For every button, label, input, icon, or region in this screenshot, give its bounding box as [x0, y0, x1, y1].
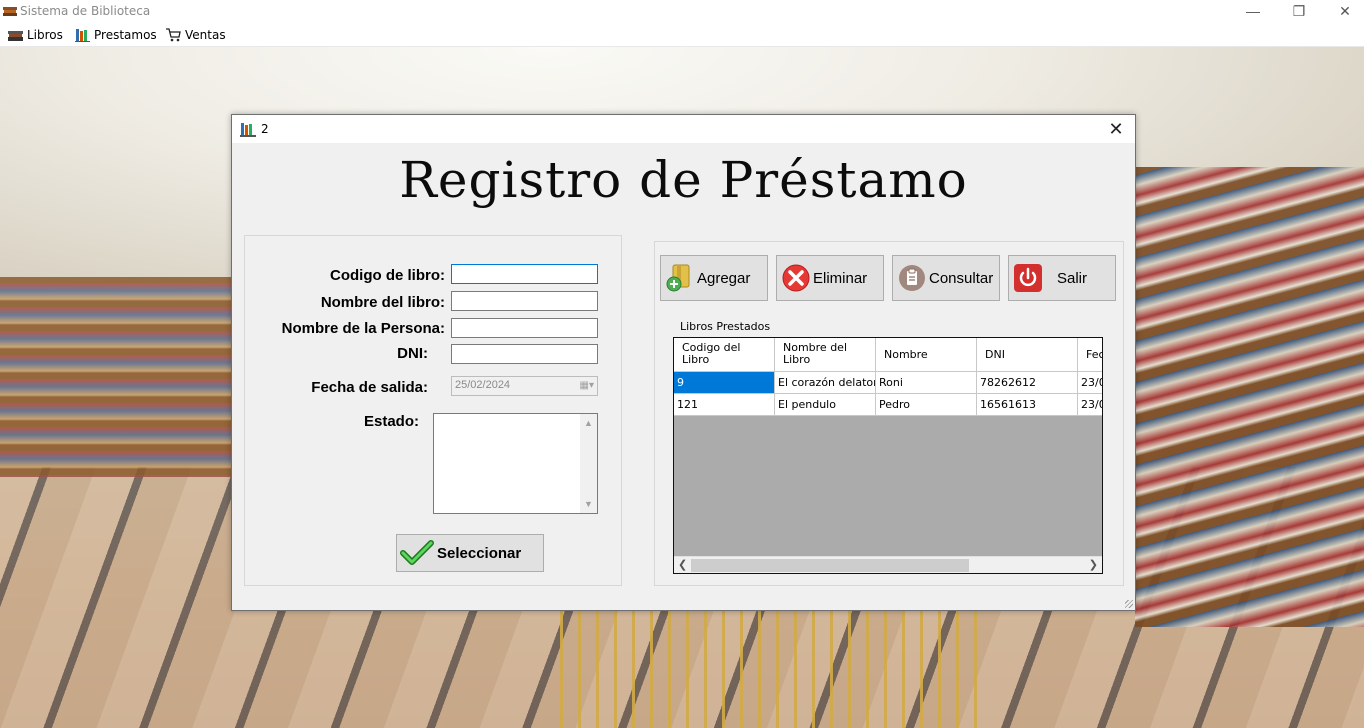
grid-horizontal-scrollbar[interactable]: ❮ ❯ — [674, 556, 1102, 573]
col-header-dni[interactable]: DNI — [977, 338, 1078, 372]
cell-nombre-libro[interactable]: El corazón delator — [775, 372, 876, 394]
nombre-persona-label: Nombre de la Persona: — [281, 320, 445, 337]
power-icon — [1014, 264, 1042, 292]
menu-prestamos-label: Prestamos — [94, 28, 157, 42]
consultar-button[interactable]: Consultar — [892, 255, 1000, 301]
fecha-date-picker[interactable]: 25/02/2024 ▦▾ — [451, 376, 598, 396]
cell-nombre[interactable]: Roni — [876, 372, 977, 394]
col-header-codigo[interactable]: Codigo del Libro — [674, 338, 775, 372]
dni-input[interactable] — [451, 344, 598, 364]
estado-textarea[interactable]: ▲ ▼ — [433, 413, 598, 514]
delete-x-icon — [782, 264, 810, 292]
loan-form-group: Codigo de libro: Nombre del libro: Nombr… — [244, 235, 622, 586]
nombre-libro-input[interactable] — [451, 291, 598, 311]
checkmark-icon — [400, 540, 434, 565]
clipboard-icon — [899, 265, 925, 291]
menu-ventas[interactable]: Ventas — [166, 26, 226, 44]
app-titlebar: Sistema de Biblioteca — ❐ ✕ — [0, 0, 1364, 23]
select-button-label: Seleccionar — [437, 544, 522, 562]
cell-dni[interactable]: 78262612 — [977, 372, 1078, 394]
fecha-value: 25/02/2024 — [455, 379, 511, 391]
grid-header: Codigo del Libro Nombre del Libro Nombre… — [674, 338, 1102, 372]
col-header-nombre[interactable]: Nombre — [876, 338, 977, 372]
scroll-up-icon[interactable]: ▲ — [584, 418, 593, 428]
agregar-label: Agregar — [697, 269, 751, 287]
dialog-title: 2 — [261, 122, 269, 136]
library-icon — [75, 29, 90, 42]
estado-label: Estado: — [363, 413, 419, 430]
col-header-nombre-libro-line2: Libro — [783, 353, 811, 366]
menu-ventas-label: Ventas — [185, 28, 226, 42]
maximize-button[interactable]: ❐ — [1276, 0, 1322, 22]
scroll-left-icon[interactable]: ❮ — [678, 558, 687, 571]
menu-libros-label: Libros — [27, 28, 63, 42]
cell-fecha[interactable]: 23/0 — [1078, 394, 1102, 416]
cell-codigo[interactable]: 121 — [674, 394, 775, 416]
page-title: Registro de Préstamo — [399, 151, 968, 209]
resize-grip[interactable] — [1125, 600, 1133, 608]
grid-caption: Libros Prestados — [680, 320, 771, 333]
cart-icon — [166, 28, 181, 42]
bookshelves-left — [0, 277, 235, 477]
library-icon — [240, 123, 256, 137]
fecha-label: Fecha de salida: — [311, 379, 428, 396]
dni-label: DNI: — [397, 345, 428, 362]
books-app-icon — [3, 7, 17, 16]
loans-group: Agregar Eliminar Consultar Salir Libros … — [654, 241, 1124, 586]
bookshelves-right — [1135, 167, 1364, 627]
table-row[interactable]: 9 El corazón delator Roni 78262612 23/0 — [674, 372, 1102, 394]
cell-dni[interactable]: 16561613 — [977, 394, 1078, 416]
scroll-down-icon[interactable]: ▼ — [584, 499, 593, 509]
close-button[interactable]: ✕ — [1322, 0, 1364, 22]
col-header-fecha[interactable]: Fec — [1078, 338, 1102, 372]
railing — [560, 607, 980, 728]
nombre-libro-label: Nombre del libro: — [320, 294, 445, 311]
books-icon — [8, 31, 23, 41]
estado-scrollbar[interactable]: ▲ ▼ — [580, 414, 597, 513]
table-row[interactable]: 121 El pendulo Pedro 16561613 23/0 — [674, 394, 1102, 416]
loan-dialog: 2 ✕ Registro de Préstamo Codigo de libro… — [231, 114, 1136, 611]
eliminar-label: Eliminar — [813, 269, 868, 287]
col-header-codigo-line2: Libro — [682, 353, 710, 366]
cell-nombre[interactable]: Pedro — [876, 394, 977, 416]
codigo-input[interactable] — [451, 264, 598, 284]
minimize-button[interactable]: — — [1230, 0, 1276, 22]
scroll-right-icon[interactable]: ❯ — [1089, 558, 1098, 571]
menu-prestamos[interactable]: Prestamos — [75, 26, 157, 44]
loans-datagrid[interactable]: Codigo del Libro Nombre del Libro Nombre… — [673, 337, 1103, 574]
scroll-thumb[interactable] — [691, 559, 969, 572]
salir-button[interactable]: Salir — [1008, 255, 1116, 301]
salir-label: Salir — [1057, 269, 1088, 287]
calendar-dropdown-icon[interactable]: ▦▾ — [580, 380, 594, 391]
select-button[interactable]: Seleccionar — [396, 534, 544, 572]
eliminar-button[interactable]: Eliminar — [776, 255, 884, 301]
col-header-nombre-libro[interactable]: Nombre del Libro — [775, 338, 876, 372]
agregar-button[interactable]: Agregar — [660, 255, 768, 301]
consultar-label: Consultar — [929, 269, 994, 287]
dialog-close-button[interactable]: ✕ — [1102, 118, 1130, 140]
menu-bar: Libros Prestamos Ventas — [0, 23, 1364, 47]
cell-codigo[interactable]: 9 — [674, 372, 775, 394]
nombre-persona-input[interactable] — [451, 318, 598, 338]
menu-libros[interactable]: Libros — [8, 26, 63, 44]
add-folder-icon — [666, 264, 690, 292]
app-title: Sistema de Biblioteca — [20, 4, 151, 18]
codigo-label: Codigo de libro: — [330, 267, 445, 284]
cell-nombre-libro[interactable]: El pendulo — [775, 394, 876, 416]
dialog-titlebar: 2 ✕ — [232, 115, 1135, 143]
cell-fecha[interactable]: 23/0 — [1078, 372, 1102, 394]
